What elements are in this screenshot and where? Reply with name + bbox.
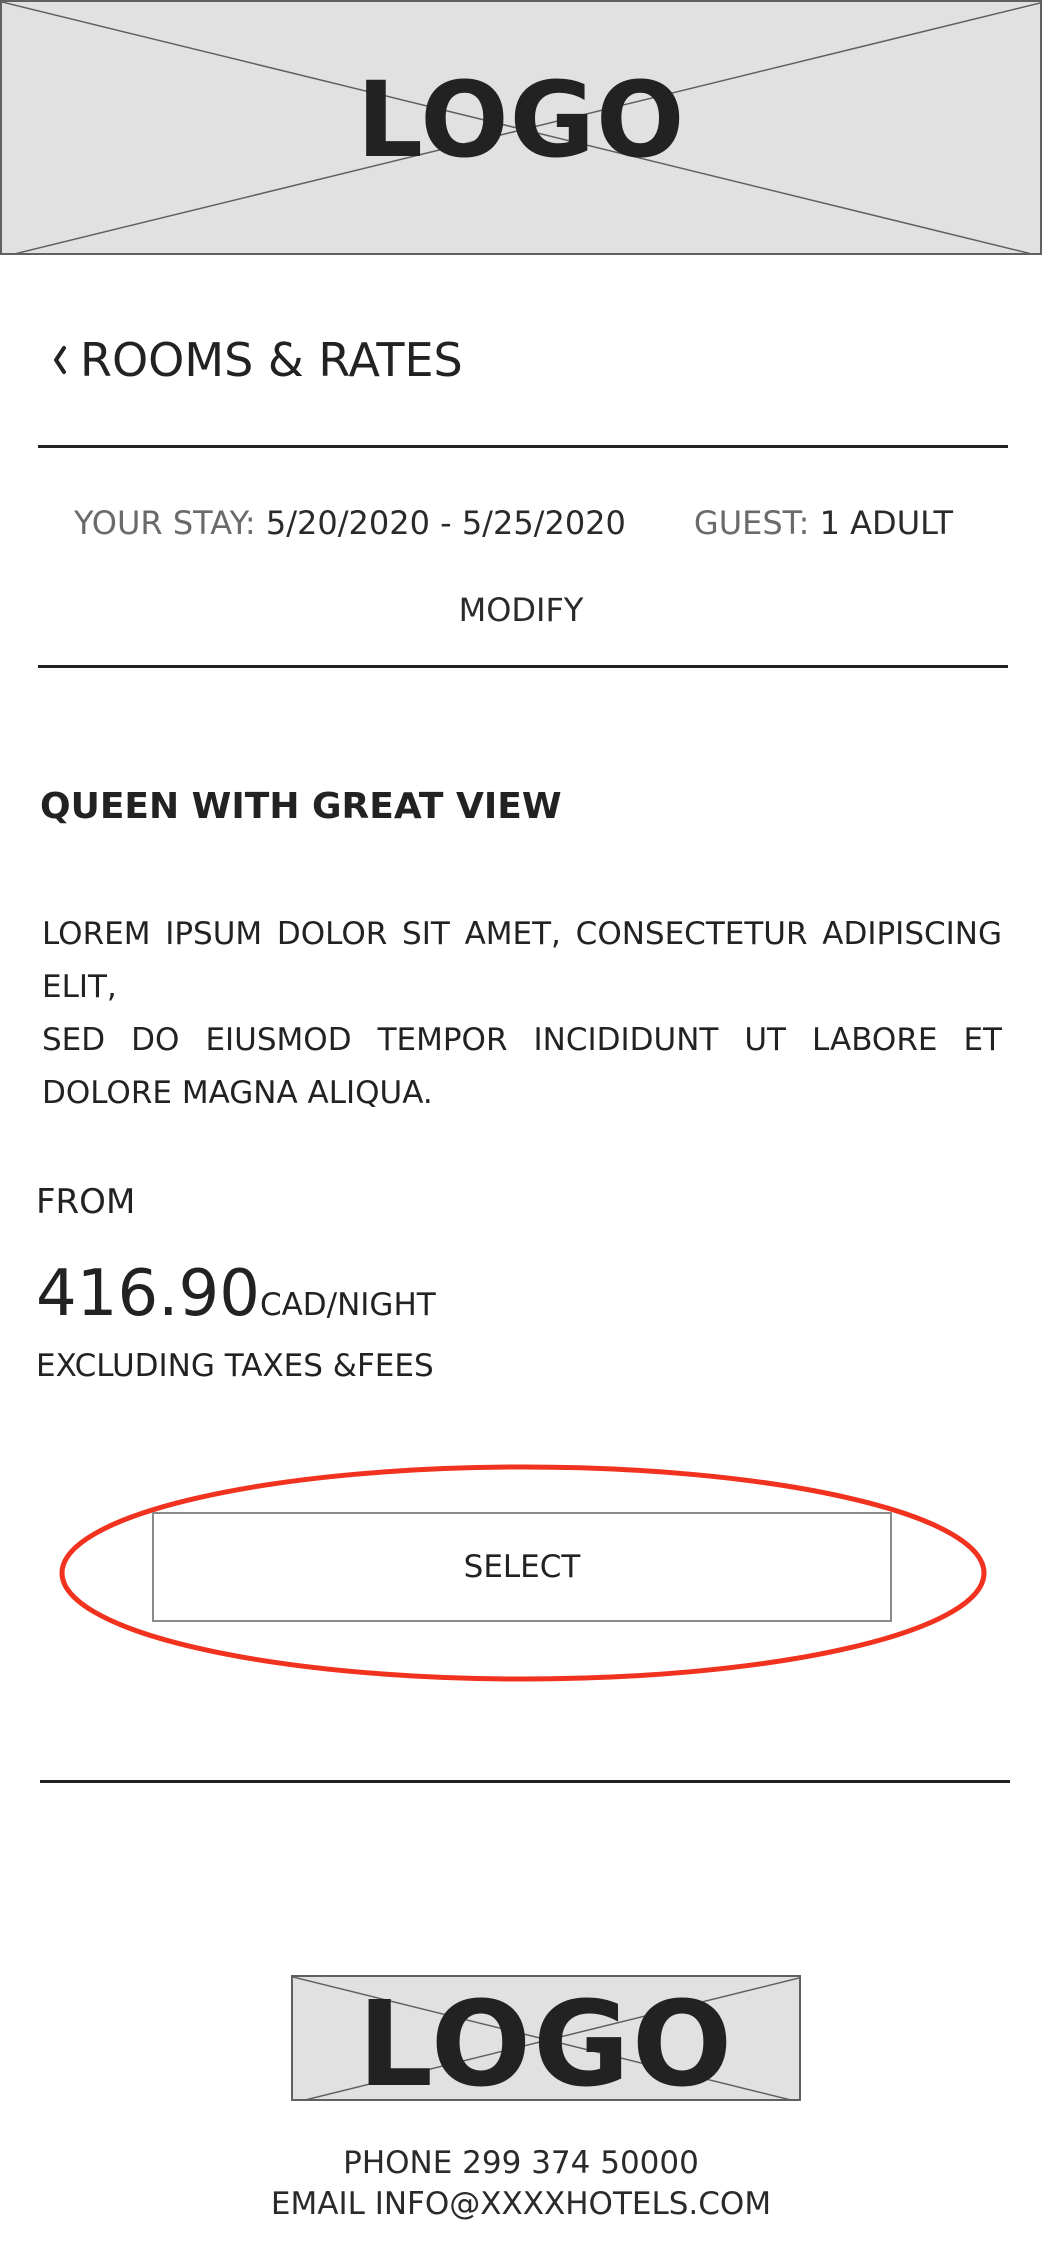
footer-phone: PHONE 299 374 50000 (343, 2145, 699, 2181)
stay-label: YOUR STAY: (74, 504, 266, 542)
price-from-label: FROM (36, 1182, 136, 1222)
room-description-line: SED DO EIUSMOD TEMPOR INCIDIDUNT UT LABO… (42, 1022, 1002, 1111)
room-title: QUEEN WITH GREAT VIEW (40, 786, 562, 827)
back-nav[interactable]: ROOMS & RATES (48, 330, 463, 390)
price-unit: CAD/NIGHT (259, 1287, 436, 1323)
footer-logo-placeholder: LOGO (291, 1975, 801, 2101)
divider-middle (38, 665, 1008, 668)
tax-note: EXCLUDING TAXES &FEES (36, 1348, 434, 1384)
guest-value: 1 ADULT (819, 504, 954, 542)
stay-dates: 5/20/2020 - 5/25/2020 (265, 504, 626, 542)
price: 416.90CAD/NIGHT (36, 1262, 436, 1326)
header-logo-text: LOGO (356, 59, 686, 181)
modify-button[interactable]: MODIFY (0, 590, 1042, 630)
guest-label: GUEST: (693, 504, 820, 542)
room-description-line: LOREM IPSUM DOLOR SIT AMET, CONSECTETUR … (42, 916, 1002, 1005)
divider-top (38, 445, 1008, 448)
price-amount: 416.90 (36, 1257, 260, 1331)
select-button[interactable]: SELECT (152, 1512, 892, 1622)
room-description: LOREM IPSUM DOLOR SIT AMET, CONSECTETUR … (42, 908, 1002, 1120)
page-title: ROOMS & RATES (80, 333, 463, 387)
guest-info: GUEST: 1 ADULT (694, 504, 953, 542)
footer-email[interactable]: EMAIL INFO@XXXXHOTELS.COM (0, 2184, 1042, 2224)
header-logo-placeholder: LOGO (0, 0, 1042, 255)
stay-summary: YOUR STAY: 5/20/2020 - 5/25/2020 GUEST: 1… (74, 503, 953, 543)
chevron-left-icon[interactable] (48, 340, 72, 380)
divider-bottom (40, 1780, 1010, 1783)
footer-logo-text: LOGO (357, 1975, 735, 2101)
